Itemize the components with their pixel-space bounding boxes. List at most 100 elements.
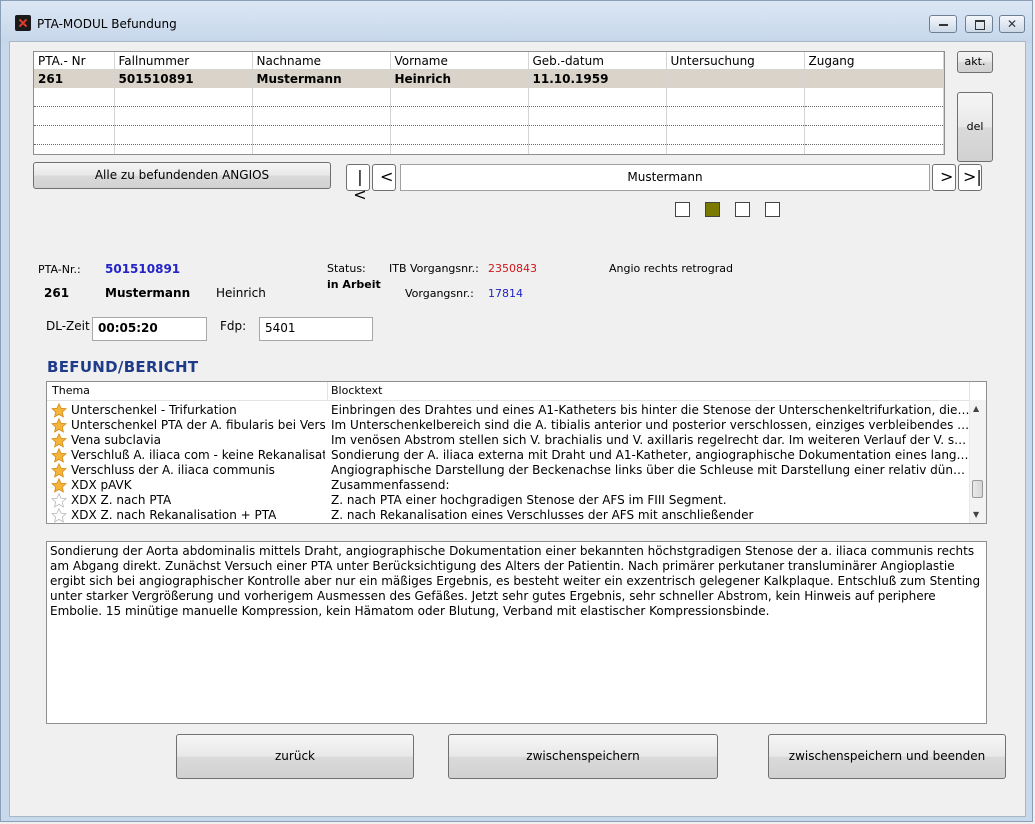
minimize-icon xyxy=(939,24,948,26)
dl-zeit-field[interactable]: 00:05:20 xyxy=(92,317,207,341)
fdp-field[interactable]: 5401 xyxy=(259,317,373,341)
cell-zugang xyxy=(804,69,944,88)
patient-grid[interactable]: PTA.- Nr Fallnummer Nachname Vorname Geb… xyxy=(33,51,945,155)
chevron-left-icon: < xyxy=(380,167,394,186)
col-blocktext[interactable]: Blocktext xyxy=(331,384,382,397)
star-filled-icon xyxy=(51,418,67,433)
title-bar: PTA-MODUL Befundung ✕ xyxy=(1,1,1032,43)
color-square-1[interactable] xyxy=(675,202,690,217)
star-filled-icon xyxy=(51,448,67,463)
list-item[interactable]: Unterschenkel PTA der A. fibularis bei V… xyxy=(47,418,971,433)
last-record-button[interactable]: >| xyxy=(958,164,982,191)
vorgang-label: Vorgangsnr.: xyxy=(405,287,474,300)
col-zugang[interactable]: Zugang xyxy=(804,52,944,70)
itb-value: 2350843 xyxy=(488,262,537,275)
list-scrollbar[interactable]: ▲ ▼ xyxy=(969,400,986,523)
del-button[interactable]: del xyxy=(957,92,993,162)
list-item-thema: XDX Z. nach Rekanalisation + PTA xyxy=(71,508,277,522)
list-item-thema: XDX pAVK xyxy=(71,478,132,492)
grid-header: PTA.- Nr Fallnummer Nachname Vorname Geb… xyxy=(34,52,944,70)
skip-first-icon: |< xyxy=(353,167,367,204)
list-item[interactable]: XDX Z. nach Rekanalisation + PTA Z. nach … xyxy=(47,508,971,523)
app-icon xyxy=(15,15,31,31)
close-button[interactable]: ✕ xyxy=(999,15,1025,33)
restore-icon xyxy=(975,20,985,30)
scroll-down-icon[interactable]: ▼ xyxy=(973,510,979,519)
list-item-thema: Verschluss der A. iliaca communis xyxy=(71,463,275,477)
current-record-display: Mustermann xyxy=(400,164,930,191)
patient-vorname: Heinrich xyxy=(216,286,266,300)
col-untersuchung[interactable]: Untersuchung xyxy=(666,52,805,70)
star-filled-icon xyxy=(51,403,67,418)
list-item-thema: Unterschenkel PTA der A. fibularis bei V… xyxy=(71,418,325,432)
restore-button[interactable] xyxy=(965,15,993,33)
table-row[interactable]: 261 501510891 Mustermann Heinrich 11.10.… xyxy=(34,69,944,88)
table-row[interactable] xyxy=(34,144,944,154)
cell-untersuchung xyxy=(666,69,805,88)
befund-text[interactable]: Sondierung der Aorta abdominalis mittels… xyxy=(46,541,987,724)
list-item[interactable]: Verschluß A. iliaca com - keine Rekanali… xyxy=(47,448,971,463)
angio-info: Angio rechts retrograd xyxy=(609,262,733,275)
itb-label: ITB Vorgangsnr.: xyxy=(389,262,479,275)
color-square-4[interactable] xyxy=(765,202,780,217)
list-item-blocktext: Z. nach Rekanalisation eines Verschlusse… xyxy=(331,508,754,522)
back-button[interactable]: zurück xyxy=(176,734,414,779)
save-button[interactable]: zwischenspeichern xyxy=(448,734,718,779)
list-item[interactable]: XDX pAVK Zusammenfassend: xyxy=(47,478,971,493)
star-empty-icon xyxy=(51,493,67,508)
minimize-button[interactable] xyxy=(929,15,957,33)
table-row[interactable] xyxy=(34,106,944,126)
col-pta-nr[interactable]: PTA.- Nr xyxy=(34,52,115,70)
alle-angios-button[interactable]: Alle zu befundenden ANGIOS xyxy=(33,162,331,189)
color-square-3[interactable] xyxy=(735,202,750,217)
list-item[interactable]: XDX Z. nach PTA Z. nach PTA einer hochgra… xyxy=(47,493,971,508)
list-item-thema: Vena subclavia xyxy=(71,433,161,447)
save-and-exit-button[interactable]: zwischenspeichern und beenden xyxy=(768,734,1006,779)
star-filled-icon xyxy=(51,463,67,478)
pta-nr-value: 501510891 xyxy=(105,262,181,276)
list-item-thema: Verschluß A. iliaca com - keine Rekanali… xyxy=(71,448,325,462)
chevron-right-icon: > xyxy=(940,167,954,186)
star-empty-icon xyxy=(51,508,67,523)
col-nachname[interactable]: Nachname xyxy=(252,52,391,70)
scroll-up-icon[interactable]: ▲ xyxy=(973,404,979,413)
prev-record-button[interactable]: < xyxy=(372,164,396,191)
befund-title: BEFUND/BERICHT xyxy=(47,358,199,376)
scroll-thumb[interactable] xyxy=(972,480,983,498)
client-area: PTA.- Nr Fallnummer Nachname Vorname Geb… xyxy=(9,41,1026,817)
list-item-blocktext: Z. nach PTA einer hochgradigen Stenose d… xyxy=(331,493,727,507)
list-item[interactable]: Unterschenkel - Trifurkation Einbringen d… xyxy=(47,403,971,418)
window-title: PTA-MODUL Befundung xyxy=(37,17,177,31)
table-row[interactable] xyxy=(34,125,944,145)
status-label: Status: xyxy=(327,262,366,275)
star-filled-icon xyxy=(51,433,67,448)
fdp-label: Fdp: xyxy=(220,319,247,333)
first-record-button[interactable]: |< xyxy=(346,164,370,204)
list-item-thema: Unterschenkel - Trifurkation xyxy=(71,403,237,417)
akt-button[interactable]: akt. xyxy=(957,51,993,73)
cell-nachname: Mustermann xyxy=(252,69,391,88)
list-item-blocktext: Zusammenfassend: xyxy=(331,478,450,492)
star-filled-icon xyxy=(51,478,67,493)
color-square-2[interactable] xyxy=(705,202,720,217)
app-window: PTA-MODUL Befundung ✕ PTA.- Nr Fallnumme… xyxy=(0,0,1033,822)
col-geb-datum[interactable]: Geb.-datum xyxy=(528,52,667,70)
pta-nr-label: PTA-Nr.: xyxy=(38,263,81,276)
col-fallnummer[interactable]: Fallnummer xyxy=(114,52,253,70)
list-item-blocktext: Sondierung der A. iliaca externa mit Dra… xyxy=(331,448,971,462)
patient-nr: 261 xyxy=(44,286,70,300)
vorgang-value: 17814 xyxy=(488,287,523,300)
list-item[interactable]: Vena subclavia Im venösen Abstrom stellen… xyxy=(47,433,971,448)
next-record-button[interactable]: > xyxy=(932,164,956,191)
list-item[interactable]: Verschluss der A. iliaca communis Angiogr… xyxy=(47,463,971,478)
cell-geb-datum: 11.10.1959 xyxy=(528,69,667,88)
list-item-blocktext: Einbringen des Drahtes und eines A1-Kath… xyxy=(331,403,971,417)
table-row[interactable] xyxy=(34,88,944,107)
col-thema[interactable]: Thema xyxy=(52,384,90,397)
list-item-blocktext: Angiographische Darstellung der Beckenac… xyxy=(331,463,971,477)
patient-nachname: Mustermann xyxy=(105,286,191,300)
col-vorname[interactable]: Vorname xyxy=(390,52,529,70)
list-item-blocktext: Im Unterschenkelbereich sind die A. tibi… xyxy=(331,418,971,432)
cell-vorname: Heinrich xyxy=(390,69,529,88)
befund-list[interactable]: Thema Blocktext Unterschenkel - Trifurka… xyxy=(46,381,987,524)
